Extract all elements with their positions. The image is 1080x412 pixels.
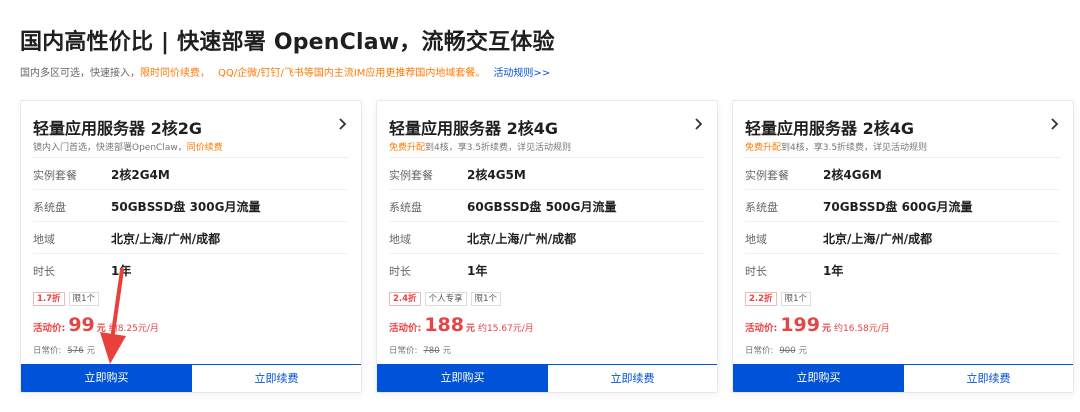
original-price-value: 780 — [423, 346, 440, 356]
disk-value: 60GBSSD盘 500G月流量 — [467, 200, 617, 214]
disk-value: 70GBSSD盘 600G月流量 — [823, 200, 973, 214]
product-card: 轻量应用服务器 2核4G 免费升配到4核，享3.5折续费，详见活动规则 实例套餐… — [376, 100, 718, 393]
renew-now-button[interactable]: 立即续费 — [904, 364, 1073, 392]
buy-now-button[interactable]: 立即购买 — [733, 364, 904, 392]
discount-tag: 2.2折 — [745, 292, 777, 306]
subtitle-text: 国内多区可选，快速接入， — [20, 68, 140, 79]
instance-value: 2核4G6M — [823, 168, 882, 182]
spec-row-region: 地域 北京/上海/广州/成都 — [389, 222, 705, 254]
subtitle-highlight: 限时同价续费， — [140, 68, 210, 79]
spec-row-duration: 时长 1年 — [389, 264, 488, 278]
card-description: 镜内入门首选，快速部署OpenClaw，同价续费 — [33, 143, 223, 153]
chevron-right-icon[interactable] — [337, 117, 347, 131]
price-value: 188 — [424, 314, 464, 336]
spec-row-duration: 时长 1年 — [33, 264, 132, 278]
activity-price: 活动价: 99 元约8.25元/月 — [33, 314, 159, 336]
tag-list: 2.2折 限1个 — [745, 292, 811, 306]
instance-value: 2核2G4M — [111, 168, 170, 182]
spec-row-instance: 实例套餐 2核4G6M — [745, 158, 1061, 190]
tag-list: 1.7折 限1个 — [33, 292, 99, 306]
monthly-price: 约15.67元/月 — [478, 324, 534, 334]
spec-row-disk: 系统盘 50GBSSD盘 300G月流量 — [33, 190, 349, 222]
chevron-right-icon[interactable] — [693, 117, 703, 131]
price-value: 199 — [780, 314, 820, 336]
card-description: 免费升配到4核，享3.5折续费，详见活动规则 — [389, 143, 572, 153]
spec-row-instance: 实例套餐 2核2G4M — [33, 158, 349, 190]
duration-value: 1年 — [823, 264, 844, 278]
original-price: 日常价: 780 元 — [389, 346, 452, 356]
region-value: 北京/上海/广州/成都 — [823, 232, 933, 246]
activity-rules-link[interactable]: 活动规则>> — [493, 68, 550, 79]
renew-now-button[interactable]: 立即续费 — [192, 364, 361, 392]
monthly-price: 约8.25元/月 — [108, 324, 159, 334]
discount-tag: 1.7折 — [33, 292, 65, 306]
limit-tag: 限1个 — [68, 292, 99, 306]
price-value: 99 — [68, 314, 95, 336]
duration-value: 1年 — [111, 264, 132, 278]
subtitle-im-note: QQ/企微/钉钉/飞书等国内主流IM应用更推荐国内地域套餐。 — [218, 68, 486, 79]
page-subtitle: 国内多区可选，快速接入，限时同价续费， QQ/企微/钉钉/飞书等国内主流IM应用更… — [20, 64, 550, 79]
activity-price: 活动价: 188 元约15.67元/月 — [389, 314, 534, 336]
tag-list: 2.4折 个人专享 限1个 — [389, 292, 501, 306]
disk-value: 50GBSSD盘 300G月流量 — [111, 200, 261, 214]
original-price-value: 900 — [779, 346, 796, 356]
spec-row-duration: 时长 1年 — [745, 264, 844, 278]
monthly-price: 约16.58元/月 — [834, 324, 890, 334]
card-description: 免费升配到4核，享3.5折续费，详见活动规则 — [745, 143, 928, 153]
product-card: 轻量应用服务器 2核2G 镜内入门首选，快速部署OpenClaw，同价续费 实例… — [20, 100, 362, 393]
spec-row-region: 地域 北京/上海/广州/成都 — [745, 222, 1061, 254]
discount-tag: 2.4折 — [389, 292, 421, 306]
page-title: 国内高性价比 | 快速部署 OpenClaw，流畅交互体验 — [20, 30, 555, 55]
original-price: 日常价: 576 元 — [33, 346, 96, 356]
buy-now-button[interactable]: 立即购买 — [377, 364, 548, 392]
renew-now-button[interactable]: 立即续费 — [548, 364, 717, 392]
chevron-right-icon[interactable] — [1049, 117, 1059, 131]
activity-price: 活动价: 199 元约16.58元/月 — [745, 314, 890, 336]
card-title: 轻量应用服务器 2核2G — [33, 119, 202, 138]
region-value: 北京/上海/广州/成都 — [467, 232, 577, 246]
original-price-value: 576 — [67, 346, 84, 356]
product-card: 轻量应用服务器 2核4G 免费升配到4核，享3.5折续费，详见活动规则 实例套餐… — [732, 100, 1074, 393]
spec-row-instance: 实例套餐 2核4G5M — [389, 158, 705, 190]
region-value: 北京/上海/广州/成都 — [111, 232, 221, 246]
original-price: 日常价: 900 元 — [745, 346, 808, 356]
card-title: 轻量应用服务器 2核4G — [745, 119, 914, 138]
card-title: 轻量应用服务器 2核4G — [389, 119, 558, 138]
limit-tag: 限1个 — [470, 292, 501, 306]
spec-row-disk: 系统盘 70GBSSD盘 600G月流量 — [745, 190, 1061, 222]
limit-tag: 限1个 — [780, 292, 811, 306]
spec-row-disk: 系统盘 60GBSSD盘 500G月流量 — [389, 190, 705, 222]
personal-tag: 个人专享 — [424, 292, 467, 306]
buy-now-button[interactable]: 立即购买 — [21, 364, 192, 392]
duration-value: 1年 — [467, 264, 488, 278]
spec-row-region: 地域 北京/上海/广州/成都 — [33, 222, 349, 254]
instance-value: 2核4G5M — [467, 168, 526, 182]
